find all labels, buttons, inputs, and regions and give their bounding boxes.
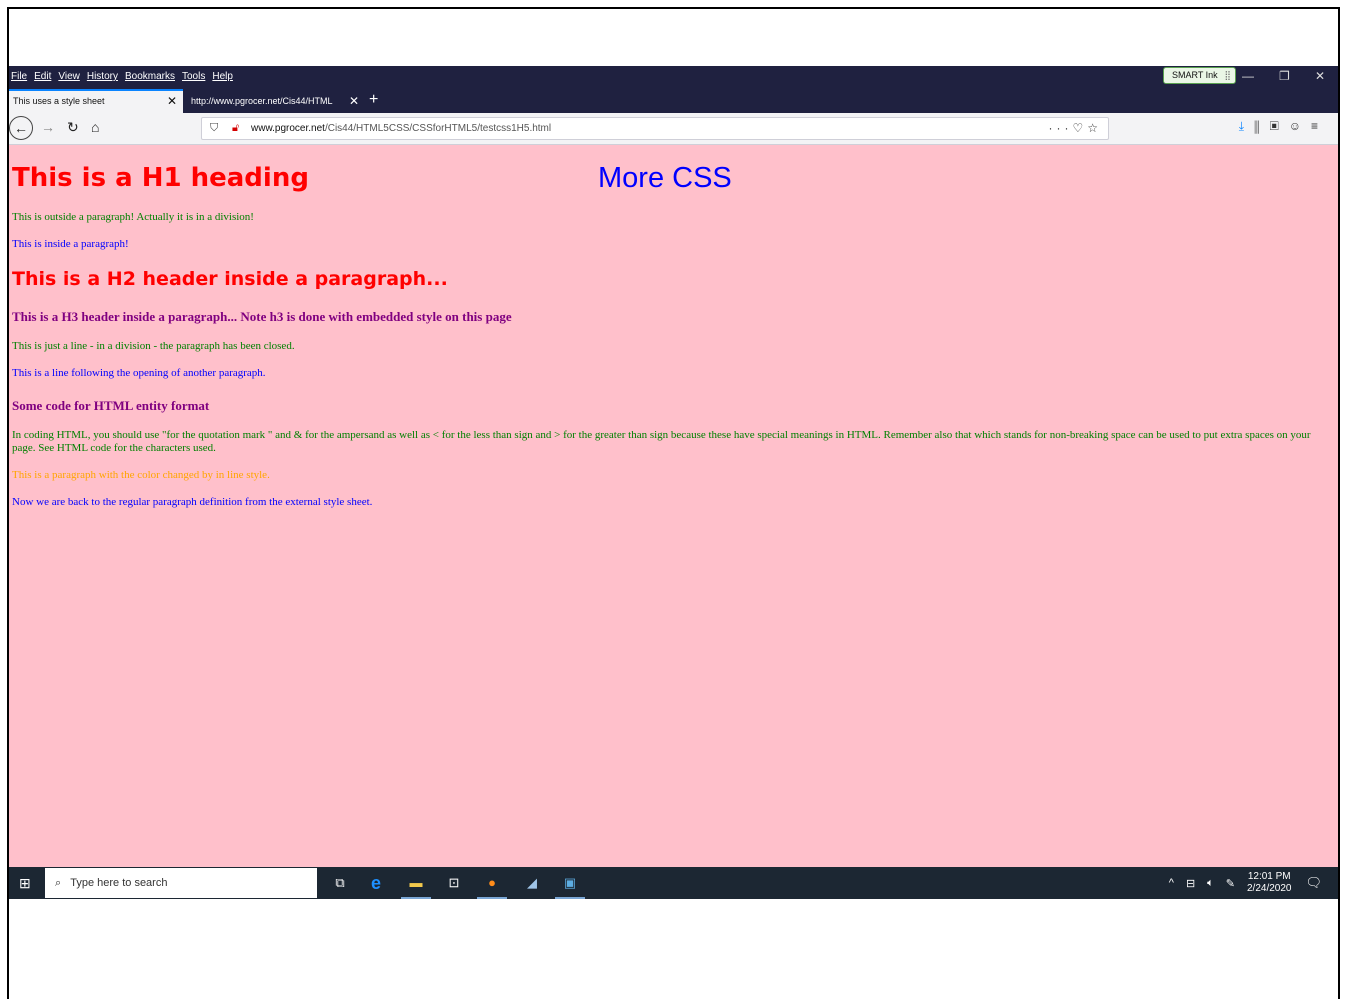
tab-label: http://www.pgrocer.net/Cis44/HTML bbox=[191, 96, 333, 106]
division-line: This is outside a paragraph! Actually it… bbox=[12, 211, 254, 223]
speaker-muted-icon[interactable]: 🔈︎ bbox=[1207, 877, 1214, 890]
smart-ink-app-icon[interactable]: ◢ bbox=[523, 874, 541, 892]
search-placeholder: Type here to search bbox=[70, 877, 168, 889]
page-h3-heading: This is a H3 header inside a paragraph..… bbox=[12, 309, 512, 324]
clock-date: 2/24/2020 bbox=[1246, 883, 1292, 894]
menu-bar: File Edit View History Bookmarks Tools H… bbox=[9, 66, 1338, 87]
menu-bookmarks[interactable]: Bookmarks bbox=[125, 71, 175, 82]
back-arrow-icon[interactable]: ← bbox=[9, 116, 33, 140]
page-h2-heading: This is a H2 header inside a paragraph..… bbox=[12, 268, 448, 290]
smart-ink-label: SMART Ink bbox=[1172, 70, 1218, 80]
tab-pgrocer-url[interactable]: http://www.pgrocer.net/Cis44/HTML ✕ bbox=[187, 89, 365, 113]
account-icon[interactable]: ☺ bbox=[1289, 119, 1311, 133]
forward-arrow-icon[interactable]: → bbox=[41, 119, 55, 135]
windows-taskbar: ⊞ ⌕ Type here to search ⧉ e ▬ ⊡ ● ◢ ▣ ^ … bbox=[9, 867, 1338, 899]
menu-history[interactable]: History bbox=[87, 71, 118, 82]
store-icon[interactable]: ⊡ bbox=[445, 874, 463, 892]
navigation-bar: ← → ↻ ⌂ ⛉ 🔓︎ www.pgrocer.net/Cis44/HTML5… bbox=[9, 113, 1338, 145]
close-tab-icon[interactable]: ✕ bbox=[167, 91, 177, 111]
paragraph-line: This is inside a paragraph! bbox=[12, 238, 129, 250]
bookmark-star-icon[interactable]: ☆ bbox=[1087, 121, 1102, 135]
library-icon[interactable]: ⫼ bbox=[1254, 119, 1270, 133]
menu-help[interactable]: Help bbox=[212, 71, 233, 82]
url-text: www.pgrocer.net/Cis44/HTML5CSS/CSSforHTM… bbox=[251, 118, 551, 139]
paragraph-line-second: This is a line following the opening of … bbox=[12, 367, 266, 379]
menu-tools[interactable]: Tools bbox=[182, 71, 205, 82]
page-content: This is a H1 heading More CSS This is ou… bbox=[9, 145, 1338, 867]
page-h1-heading: This is a H1 heading bbox=[12, 163, 309, 193]
shield-icon[interactable]: ⛉ bbox=[210, 118, 218, 139]
windows-start-icon[interactable]: ⊞ bbox=[19, 875, 31, 892]
tab-label: This uses a style sheet bbox=[13, 96, 105, 106]
pocket-icon[interactable]: ♡ bbox=[1072, 121, 1087, 135]
tab-bar: This uses a style sheet ✕ http://www.pgr… bbox=[9, 87, 1338, 113]
search-icon: ⌕ bbox=[55, 877, 62, 889]
entity-format-heading: Some code for HTML entity format bbox=[12, 398, 210, 413]
taskbar-search-box[interactable]: ⌕ Type here to search bbox=[45, 868, 317, 898]
menu-view[interactable]: View bbox=[58, 71, 80, 82]
more-actions-icon[interactable]: ··· bbox=[1048, 121, 1072, 135]
task-view-icon[interactable]: ⧉ bbox=[331, 874, 349, 892]
external-style-paragraph: Now we are back to the regular paragraph… bbox=[12, 496, 373, 508]
minimize-icon[interactable]: — bbox=[1242, 69, 1254, 83]
chevron-up-icon[interactable]: ^ bbox=[1169, 877, 1174, 889]
network-icon[interactable]: ⊟ bbox=[1186, 877, 1195, 890]
clock-time: 12:01 PM bbox=[1247, 871, 1291, 882]
notification-icon[interactable]: 🗨︎ bbox=[1305, 875, 1322, 891]
edge-browser-icon[interactable]: e bbox=[367, 874, 385, 892]
menu-edit[interactable]: Edit bbox=[34, 71, 51, 82]
hamburger-menu-icon[interactable]: ≡ bbox=[1311, 119, 1328, 133]
pen-icon[interactable]: ✎ bbox=[1226, 877, 1235, 890]
system-tray: ^ ⊟ 🔈︎ ✎ 12:01 PM 2/24/2020 🗨︎ bbox=[1169, 871, 1322, 895]
desktop-screen: File Edit View History Bookmarks Tools H… bbox=[9, 66, 1338, 899]
notebook-app-icon[interactable]: ▣ bbox=[555, 874, 585, 899]
tab-style-sheet[interactable]: This uses a style sheet ✕ bbox=[9, 89, 183, 113]
close-window-icon[interactable]: ✕ bbox=[1315, 69, 1325, 83]
page-actions: ···♡☆ bbox=[1048, 118, 1102, 139]
division-line-closed: This is just a line - in a division - th… bbox=[12, 340, 295, 352]
smart-ink-toolbar[interactable]: SMART Ink ⣿ bbox=[1163, 67, 1236, 84]
firefox-icon[interactable]: ● bbox=[477, 874, 507, 899]
sidebar-icon[interactable]: ▣ bbox=[1270, 119, 1289, 133]
grip-icon: ⣿ bbox=[1224, 70, 1231, 80]
url-domain: www.pgrocer.net bbox=[251, 123, 325, 134]
new-tab-plus-icon[interactable]: + bbox=[369, 89, 378, 111]
restore-icon[interactable]: ❐ bbox=[1279, 69, 1290, 83]
file-explorer-icon[interactable]: ▬ bbox=[401, 874, 431, 899]
clock[interactable]: 12:01 PM 2/24/2020 bbox=[1247, 871, 1292, 895]
address-bar[interactable]: ⛉ 🔓︎ www.pgrocer.net/Cis44/HTML5CSS/CSSf… bbox=[201, 117, 1109, 140]
inline-style-paragraph: This is a paragraph with the color chang… bbox=[12, 469, 270, 481]
menu-file[interactable]: File bbox=[11, 71, 27, 82]
reload-icon[interactable]: ↻ bbox=[67, 119, 79, 136]
download-icon[interactable]: ⤓ bbox=[1239, 119, 1254, 133]
home-icon[interactable]: ⌂ bbox=[91, 119, 99, 135]
url-path: /Cis44/HTML5CSS/CSSforHTML5/testcss1H5.h… bbox=[324, 123, 552, 134]
more-css-heading: More CSS bbox=[598, 162, 732, 194]
browser-tools: ⤓⫼▣☺≡ bbox=[1239, 119, 1328, 134]
insecure-lock-icon[interactable]: 🔓︎ bbox=[232, 118, 239, 139]
close-tab-icon[interactable]: ✕ bbox=[349, 89, 359, 113]
entity-paragraph: In coding HTML, you should use "for the … bbox=[12, 429, 1311, 454]
